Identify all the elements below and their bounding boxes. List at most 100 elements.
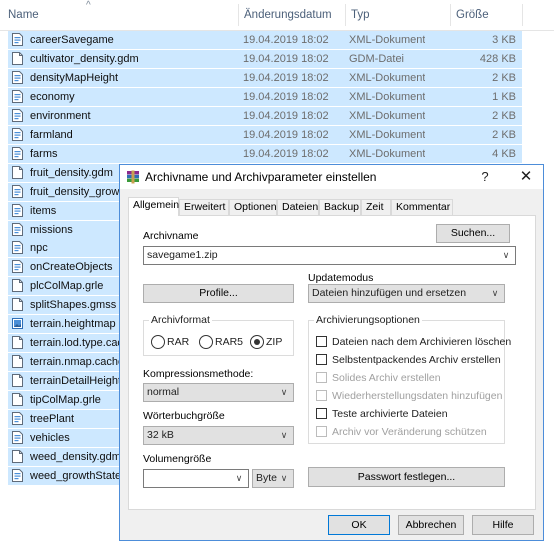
checkbox-icon: [316, 408, 327, 419]
file-date: 19.04.2019 18:02: [243, 90, 329, 103]
chevron-down-icon[interactable]: ∨: [234, 472, 244, 484]
column-header-name-label: Name: [8, 9, 39, 21]
volume-unit-value: Byte: [256, 472, 278, 484]
radio-circle-icon: [250, 335, 264, 349]
column-header-name[interactable]: Name: [2, 0, 238, 30]
file-row[interactable]: densityMapHeight 19.04.2019 18:02 XML-Doku…: [8, 68, 522, 87]
help-icon[interactable]: ?: [470, 165, 500, 189]
file-type: XML-Dokument: [349, 71, 426, 84]
archive-name-label: Archivname: [143, 230, 199, 242]
checkbox-icon: [316, 354, 327, 365]
file-date: 19.04.2019 18:02: [243, 71, 329, 84]
file-size: 2 KB: [492, 71, 516, 84]
chevron-down-icon: ∨: [280, 430, 288, 440]
volume-size-combo[interactable]: ∨: [143, 469, 249, 488]
file-row[interactable]: economy 19.04.2019 18:02 XML-Dokument 1 KB: [8, 87, 522, 106]
volume-label: Volumengröße: [143, 453, 212, 465]
column-header-bar: Name ^ Änderungsdatum Typ Größe: [0, 0, 554, 31]
checkbox-recovery-data-label: Wiederherstellungsdaten hinzufügen: [332, 390, 503, 402]
file-type: XML-Dokument: [349, 90, 426, 103]
cancel-button[interactable]: Abbrechen: [398, 515, 464, 535]
file-type: GDM-Datei: [349, 52, 405, 65]
archive-format-title: Archivformat: [149, 314, 212, 327]
radio-rar5-label: RAR5: [215, 336, 244, 348]
tab-backup[interactable]: Backup: [319, 199, 361, 215]
checkbox-icon: [316, 426, 327, 437]
tab-page-allgemein: Archivname Suchen... savegame1.zip ∨ Upd…: [128, 215, 536, 510]
tab-allgemein[interactable]: Allgemein: [128, 197, 179, 216]
file-row[interactable]: environment 19.04.2019 18:02 XML-Dokument 2…: [8, 106, 522, 125]
volume-unit-select[interactable]: Byte ∨: [252, 469, 294, 488]
file-size: 428 KB: [479, 52, 516, 65]
radio-circle-icon: [199, 335, 213, 349]
chevron-down-icon[interactable]: ∨: [501, 249, 511, 261]
tab-kommentar[interactable]: Kommentar: [391, 199, 453, 215]
file-date: 19.04.2019 18:02: [243, 147, 329, 160]
file-type: XML-Dokument: [349, 109, 426, 122]
file-type: XML-Dokument: [349, 34, 426, 46]
update-mode-value: Dateien hinzufügen und ersetzen: [312, 287, 467, 299]
dictionary-select[interactable]: 32 kB ∨: [143, 426, 294, 445]
sort-ascending-icon: ^: [86, 0, 91, 11]
file-name: farms: [30, 147, 58, 160]
column-header-size-label: Größe: [456, 9, 489, 21]
radio-rar[interactable]: RAR: [151, 335, 191, 349]
archive-options-group: Archivierungsoptionen Dateien nach dem A…: [308, 314, 511, 444]
file-date: 19.04.2019 18:02: [243, 34, 329, 46]
file-name: cultivator_density.gdm: [30, 52, 139, 65]
file-row[interactable]: farmland 19.04.2019 18:02 XML-Dokument 2 KB: [8, 125, 522, 144]
profiles-button[interactable]: Profile...: [143, 284, 294, 303]
checkbox-lock-archive-label: Archiv vor Veränderung schützen: [332, 426, 487, 438]
help-button[interactable]: Hilfe: [472, 515, 534, 535]
file-size: 3 KB: [492, 34, 516, 46]
tab-erweitert[interactable]: Erweitert: [179, 199, 229, 215]
search-button[interactable]: Suchen...: [436, 224, 510, 243]
chevron-down-icon: ∨: [280, 387, 288, 397]
file-size: 2 KB: [492, 109, 516, 122]
archive-options-title: Archivierungsoptionen: [314, 314, 422, 327]
compression-select[interactable]: normal ∨: [143, 383, 294, 402]
ok-button[interactable]: OK: [328, 515, 390, 535]
radio-selected-dot-icon: [254, 339, 260, 345]
update-mode-select[interactable]: Dateien hinzufügen und ersetzen ∨: [308, 284, 505, 303]
file-type: XML-Dokument: [349, 147, 426, 160]
radio-rar-label: RAR: [167, 336, 190, 348]
file-date: 19.04.2019 18:02: [243, 128, 329, 141]
tab-zeit[interactable]: Zeit: [361, 199, 391, 215]
dialog-title: Archivname und Archivparameter einstelle…: [145, 170, 377, 184]
file-size: 1 KB: [492, 90, 516, 103]
radio-circle-icon: [151, 335, 165, 349]
compression-value: normal: [147, 386, 180, 398]
compression-label: Kompressionsmethode:: [143, 368, 254, 380]
file-name: economy: [30, 90, 75, 103]
checkbox-icon: [316, 336, 327, 347]
archive-format-group: Archivformat RAR RAR5 ZIP: [143, 314, 294, 356]
set-password-button[interactable]: Passwort festlegen...: [308, 467, 505, 487]
file-name: densityMapHeight: [30, 71, 119, 84]
close-icon[interactable]: ✕: [509, 165, 543, 189]
column-divider[interactable]: [522, 4, 523, 26]
file-row[interactable]: careerSavegame 19.04.2019 18:02 XML-Dokume…: [8, 31, 522, 49]
column-header-date[interactable]: Änderungsdatum: [238, 0, 345, 30]
checkbox-test-files-label: Teste archivierte Dateien: [332, 408, 448, 420]
archive-name-combo[interactable]: savegame1.zip ∨: [143, 246, 516, 265]
radio-zip[interactable]: ZIP: [250, 335, 290, 349]
dictionary-value: 32 kB: [147, 429, 174, 441]
radio-rar5[interactable]: RAR5: [199, 335, 243, 349]
column-header-type[interactable]: Typ: [345, 0, 450, 30]
checkbox-solid-archive-label: Solides Archiv erstellen: [332, 372, 441, 384]
update-mode-label: Updatemodus: [308, 272, 374, 284]
file-name: farmland: [30, 128, 73, 141]
file-row[interactable]: farms 19.04.2019 18:02 XML-Dokument 4 KB: [8, 144, 522, 163]
dialog-titlebar[interactable]: Archivname und Archivparameter einstelle…: [120, 165, 543, 189]
tab-optionen[interactable]: Optionen: [229, 199, 277, 215]
tab-dateien[interactable]: Dateien: [277, 199, 319, 215]
file-row[interactable]: cultivator_density.gdm 19.04.2019 18:02 GD…: [8, 49, 522, 68]
archive-dialog: Archivname und Archivparameter einstelle…: [119, 164, 544, 541]
checkbox-self-extracting-label: Selbstentpackendes Archiv erstellen: [332, 354, 501, 366]
file-size: 2 KB: [492, 128, 516, 141]
column-header-size[interactable]: Größe: [450, 0, 522, 30]
checkbox-icon: [316, 390, 327, 401]
file-type: XML-Dokument: [349, 128, 426, 141]
winrar-icon: [127, 170, 139, 184]
